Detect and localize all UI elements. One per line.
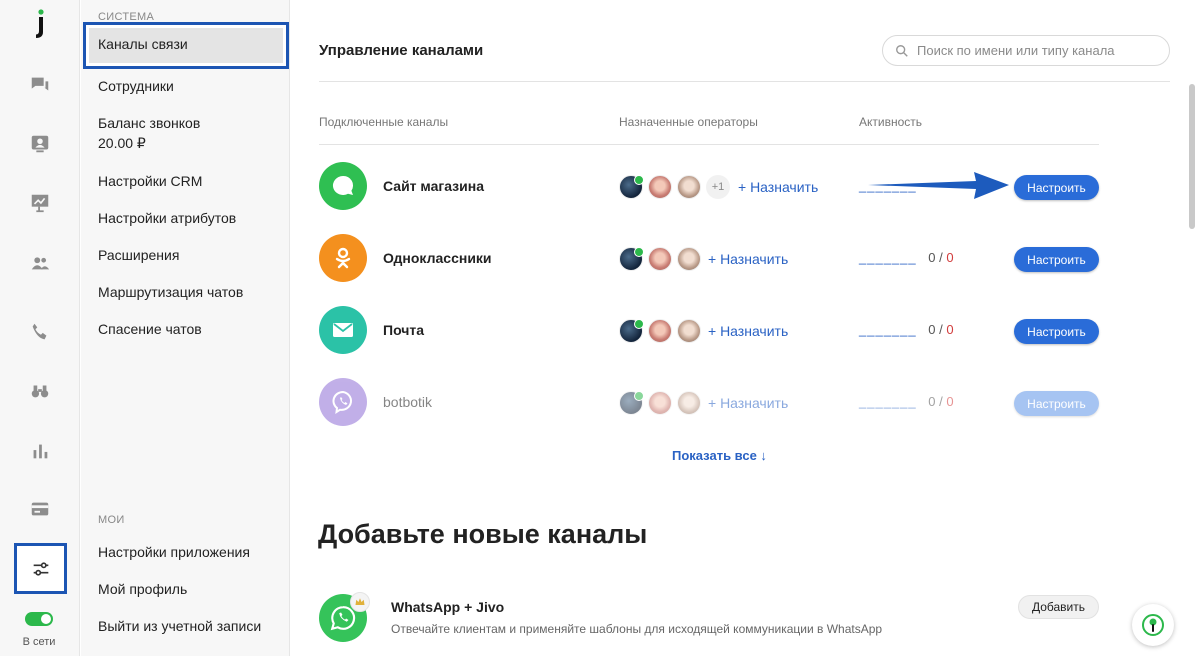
operator-avatars: + Назначить [619, 247, 788, 271]
sidebar-item-label: Каналы связи [89, 28, 283, 63]
column-header-activity: Активность [859, 115, 923, 129]
activity-sparkline: _______ [859, 394, 917, 409]
channel-row: botbotik + Назначить _______ 0 / 0 Настр… [319, 378, 1099, 428]
avatar [619, 175, 644, 199]
visitor-icon[interactable] [26, 130, 54, 158]
column-header-operators: Назначенные операторы [619, 115, 758, 129]
settings-sidebar: СИСТЕМА Каналы связи Сотрудники Баланс з… [81, 0, 290, 656]
activity-sparkline: _______ [859, 322, 917, 337]
avatar [677, 319, 701, 343]
sidebar-item-channels[interactable]: Каналы связи [83, 22, 289, 69]
search-icon [896, 44, 908, 57]
sidebar-item-extensions[interactable]: Расширения [98, 245, 179, 265]
presentation-icon[interactable] [26, 189, 54, 217]
channel-row: Почта + Назначить _______ 0 / 0 Настроит… [319, 306, 1099, 356]
new-channel-name: WhatsApp + Jivo [391, 599, 505, 615]
avatar [619, 319, 644, 343]
icon-rail: В сети [0, 0, 80, 656]
add-channels-heading: Добавьте новые каналы [318, 519, 648, 549]
channel-name[interactable]: Сайт магазина [383, 178, 484, 194]
jivo-widget-icon [1142, 614, 1164, 636]
sidebar-item-routing[interactable]: Маршрутизация чатов [98, 282, 243, 302]
assign-operator-link[interactable]: + Назначить [708, 323, 788, 339]
sidebar-item-profile[interactable]: Мой профиль [98, 579, 187, 599]
viber-icon [319, 378, 367, 426]
avatar [677, 391, 701, 415]
activity-value: _______ 0 / 0 [859, 322, 954, 337]
chat-icon[interactable] [26, 71, 54, 99]
activity-value: _______ 0 / 0 [859, 250, 954, 265]
channel-name[interactable]: botbotik [383, 394, 432, 410]
operator-avatars: + Назначить [619, 391, 788, 415]
analytics-icon[interactable] [26, 437, 54, 465]
sidebar-item-label: Баланс звонков [98, 115, 201, 131]
sidebar-item-attributes[interactable]: Настройки атрибутов [98, 208, 236, 228]
scrollbar[interactable] [1189, 84, 1195, 229]
operator-avatars: +1 + Назначить [619, 175, 818, 199]
odnoklassniki-icon [319, 234, 367, 282]
phone-icon[interactable] [26, 318, 54, 346]
configure-button[interactable]: Настроить [1014, 391, 1099, 416]
assign-operator-link[interactable]: + Назначить [708, 251, 788, 267]
channel-name[interactable]: Одноклассники [383, 250, 492, 266]
configure-button[interactable]: Настроить [1014, 175, 1099, 200]
new-channel-description: Отвечайте клиентам и применяйте шаблоны … [391, 622, 883, 636]
avatar [648, 175, 672, 199]
activity-value: _______ 0 / 0 [859, 394, 954, 409]
extra-operators-count[interactable]: +1 [706, 175, 730, 199]
jivo-logo[interactable] [31, 8, 49, 40]
sidebar-item-crm[interactable]: Настройки CRM [98, 171, 202, 191]
avatar [648, 319, 672, 343]
sidebar-item-app-settings[interactable]: Настройки приложения [98, 542, 250, 562]
avatar [648, 391, 672, 415]
avatar [677, 247, 701, 271]
online-status-label: В сети [22, 636, 56, 648]
show-all-link[interactable]: Показать все ↓ [672, 448, 767, 463]
assign-operator-link[interactable]: + Назначить [738, 179, 818, 195]
chat-bubble-icon [319, 162, 367, 210]
online-toggle[interactable] [25, 612, 53, 626]
avatar [619, 247, 644, 271]
channel-name[interactable]: Почта [383, 322, 424, 338]
binoculars-icon[interactable] [26, 377, 54, 405]
sidebar-item-call-balance[interactable]: Баланс звонков 20.00 ₽ [98, 113, 200, 153]
column-header-channels: Подключенные каналы [319, 115, 449, 129]
avatar [648, 247, 672, 271]
configure-button[interactable]: Настроить [1014, 247, 1099, 272]
sidebar-item-logout[interactable]: Выйти из учетной записи [98, 616, 261, 636]
avatar [619, 391, 644, 415]
sidebar-item-employees[interactable]: Сотрудники [98, 76, 174, 96]
call-balance-value: 20.00 ₽ [98, 135, 146, 151]
section-my-heading: МОИ [98, 514, 125, 526]
activity-sparkline: _______ [859, 250, 917, 265]
channel-row: Одноклассники + Назначить _______ 0 / 0 … [319, 234, 1099, 284]
add-channel-button[interactable]: Добавить [1018, 595, 1099, 619]
configure-button[interactable]: Настроить [1014, 319, 1099, 344]
settings-sliders-icon[interactable] [14, 543, 67, 594]
help-widget-button[interactable] [1132, 604, 1174, 646]
operator-avatars: + Назначить [619, 319, 788, 343]
sidebar-item-chat-rescue[interactable]: Спасение чатов [98, 319, 202, 339]
divider [319, 144, 1099, 145]
page-title: Управление каналами [319, 42, 484, 59]
channel-search[interactable] [882, 35, 1170, 66]
mail-icon [319, 306, 367, 354]
search-input[interactable] [917, 43, 1157, 58]
crown-icon [350, 592, 370, 612]
users-icon[interactable] [26, 249, 54, 277]
billing-card-icon[interactable] [26, 495, 54, 523]
divider [319, 81, 1170, 82]
assign-operator-link[interactable]: + Назначить [708, 395, 788, 411]
avatar [677, 175, 701, 199]
annotation-arrow-icon [868, 172, 1009, 199]
